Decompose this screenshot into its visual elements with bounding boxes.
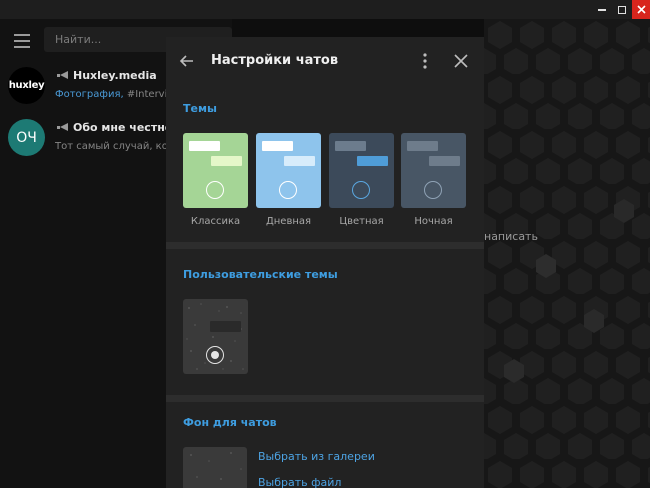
theme-radio[interactable]	[206, 181, 224, 199]
choose-from-gallery-link[interactable]: Выбрать из галереи	[258, 450, 375, 463]
more-options-icon[interactable]	[418, 52, 432, 70]
theme-day[interactable]	[256, 133, 321, 208]
theme-radio[interactable]	[279, 181, 297, 199]
settings-header: Настройки чатов	[166, 37, 484, 87]
background-thumbnail[interactable]	[183, 447, 247, 488]
themes-section-title: Темы	[183, 102, 217, 115]
theme-bubble	[407, 141, 438, 151]
close-icon[interactable]	[632, 0, 650, 19]
chat-background-pattern	[484, 19, 650, 488]
hexagon-pattern-icon	[484, 19, 650, 488]
theme-night[interactable]	[401, 133, 466, 208]
avatar: ОЧ	[8, 119, 45, 156]
custom-theme-tile[interactable]	[183, 299, 248, 374]
page-title: Настройки чатов	[211, 53, 339, 68]
section-divider	[166, 242, 484, 249]
close-icon[interactable]	[452, 52, 470, 70]
chat-title: Обо мне честно.	[57, 121, 177, 134]
theme-radio-selected[interactable]	[206, 346, 224, 364]
hamburger-menu-icon[interactable]	[14, 34, 30, 48]
minimize-icon[interactable]	[592, 0, 611, 19]
theme-label-classic: Классика	[190, 216, 241, 227]
chat-preview-accent: Фотография,	[55, 89, 124, 100]
theme-radio[interactable]	[352, 181, 370, 199]
empty-chat-hint: написать	[484, 230, 538, 243]
section-divider	[166, 395, 484, 402]
chat-title-text: Huxley.media	[73, 69, 157, 82]
theme-classic[interactable]	[183, 133, 248, 208]
theme-bubble	[357, 156, 388, 166]
theme-label-color: Цветная	[339, 216, 384, 227]
theme-bubble	[429, 156, 460, 166]
theme-label-day: Дневная	[265, 216, 312, 227]
chat-settings-panel: Настройки чатов Темы Классика Дневная Цв…	[166, 37, 484, 488]
theme-bubble	[262, 141, 293, 151]
theme-bubble	[211, 156, 242, 166]
maximize-icon[interactable]	[612, 0, 631, 19]
channel-megaphone-icon	[57, 123, 68, 132]
channel-megaphone-icon	[57, 71, 68, 80]
chat-background-section-title: Фон для чатов	[183, 416, 277, 429]
theme-bubble	[189, 141, 220, 151]
chat-preview-text: Тот самый случай, ког	[55, 141, 174, 152]
theme-radio[interactable]	[424, 181, 442, 199]
telegram-window: Найти... huxley Huxley.media Фотография,…	[0, 0, 650, 488]
back-arrow-icon[interactable]	[178, 52, 196, 70]
noise-texture-icon	[190, 452, 242, 480]
chat-title: Huxley.media	[57, 69, 157, 82]
theme-bubble	[284, 156, 315, 166]
theme-color[interactable]	[329, 133, 394, 208]
theme-bubble	[335, 141, 366, 151]
custom-themes-section-title: Пользовательские темы	[183, 268, 338, 281]
chat-title-text: Обо мне честно.	[73, 121, 177, 134]
theme-bubble	[210, 321, 241, 332]
window-titlebar	[0, 0, 650, 19]
avatar: huxley	[8, 67, 45, 104]
choose-file-link[interactable]: Выбрать файл	[258, 476, 341, 488]
theme-label-night: Ночная	[414, 216, 453, 227]
